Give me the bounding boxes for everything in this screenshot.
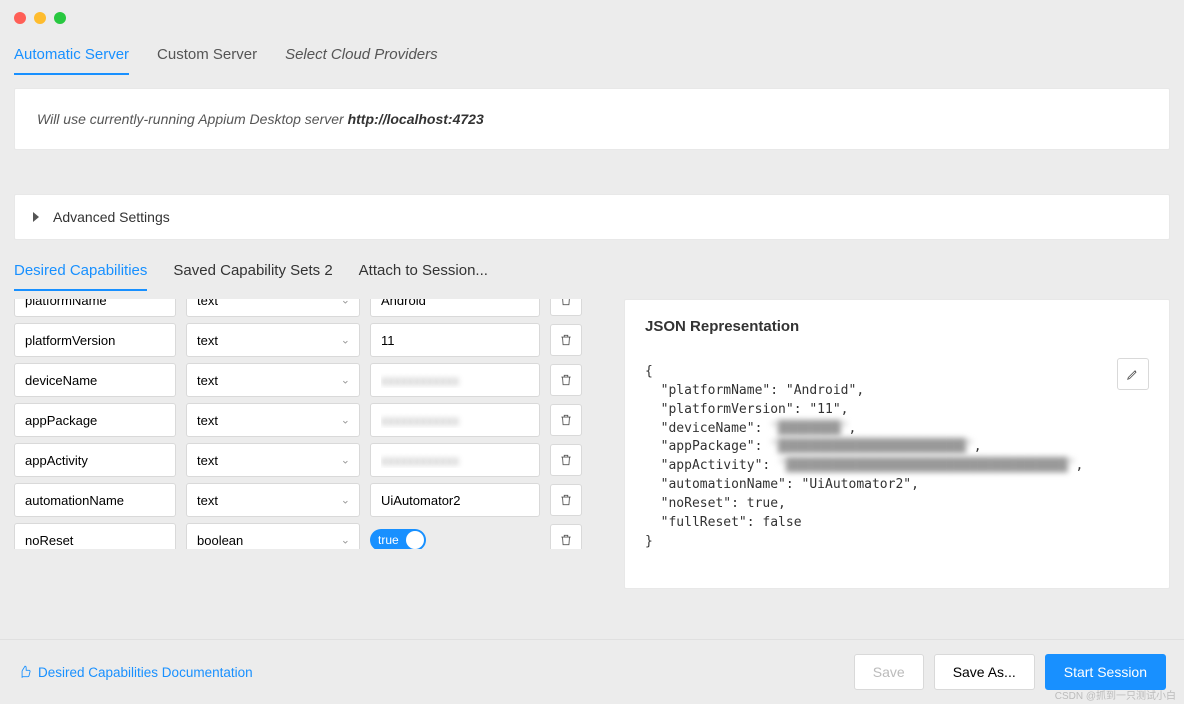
trash-icon — [559, 533, 573, 547]
capability-name-input[interactable] — [14, 323, 176, 357]
capability-row: ⌄true — [14, 523, 604, 549]
pencil-icon — [1126, 367, 1140, 381]
advanced-settings-panel[interactable]: Advanced Settings — [14, 194, 1170, 240]
tab-desired-capabilities[interactable]: Desired Capabilities — [14, 256, 147, 291]
tab-automatic-server[interactable]: Automatic Server — [14, 38, 129, 75]
trash-icon — [559, 413, 573, 427]
capability-type-select[interactable] — [186, 443, 360, 477]
capability-name-input[interactable] — [14, 403, 176, 437]
delete-row-button[interactable] — [550, 299, 582, 316]
capability-row: ⌄ — [14, 363, 604, 397]
json-content: { "platformName": "Android", "platformVe… — [645, 363, 1149, 551]
json-representation-panel: JSON Representation { "platformName": "A… — [624, 299, 1170, 589]
server-info-text: Will use currently-running Appium Deskto… — [37, 111, 348, 127]
server-url: http://localhost:4723 — [348, 111, 484, 127]
capability-row: ⌄ — [14, 483, 604, 517]
capability-name-input[interactable] — [14, 523, 176, 549]
save-button: Save — [854, 654, 924, 690]
start-session-button[interactable]: Start Session — [1045, 654, 1166, 690]
tab-custom-server[interactable]: Custom Server — [157, 38, 257, 75]
delete-row-button[interactable] — [550, 524, 582, 549]
advanced-settings-label: Advanced Settings — [53, 209, 170, 225]
capability-row: ⌄ — [14, 299, 604, 317]
watermark: CSDN @抓到一只测试小白 — [1055, 687, 1176, 702]
trash-icon — [559, 453, 573, 467]
capability-row: ⌄ — [14, 403, 604, 437]
server-tabs: Automatic Server Custom Server Select Cl… — [14, 32, 1170, 76]
doc-link-label: Desired Capabilities Documentation — [38, 665, 253, 680]
capability-name-input[interactable] — [14, 483, 176, 517]
capability-value-toggle[interactable]: true — [370, 529, 426, 549]
trash-icon — [559, 373, 573, 387]
capability-type-select[interactable] — [186, 323, 360, 357]
delete-row-button[interactable] — [550, 404, 582, 436]
capabilities-table: ⌄ ⌄ ⌄ ⌄ ⌄ ⌄ ⌄true — [14, 299, 604, 549]
capability-tabs: Desired Capabilities Saved Capability Se… — [14, 256, 1170, 291]
doc-link[interactable]: Desired Capabilities Documentation — [18, 665, 253, 680]
close-icon[interactable] — [14, 12, 26, 24]
capability-row: ⌄ — [14, 443, 604, 477]
capability-type-select[interactable] — [186, 403, 360, 437]
tab-attach-session[interactable]: Attach to Session... — [359, 256, 488, 291]
capability-row: ⌄ — [14, 323, 604, 357]
save-as-button[interactable]: Save As... — [934, 654, 1035, 690]
window-controls — [0, 0, 1184, 32]
edit-json-button[interactable] — [1117, 358, 1149, 390]
delete-row-button[interactable] — [550, 364, 582, 396]
capability-value-input[interactable] — [370, 323, 540, 357]
capability-type-select[interactable] — [186, 363, 360, 397]
trash-icon — [559, 333, 573, 347]
capability-type-select[interactable] — [186, 299, 360, 317]
capability-value-input[interactable] — [370, 443, 540, 477]
trash-icon — [559, 299, 573, 307]
delete-row-button[interactable] — [550, 484, 582, 516]
capability-value-input[interactable] — [370, 483, 540, 517]
capability-value-input[interactable] — [370, 403, 540, 437]
tab-cloud-providers[interactable]: Select Cloud Providers — [285, 38, 438, 75]
trash-icon — [559, 493, 573, 507]
fullscreen-icon[interactable] — [54, 12, 66, 24]
footer: Desired Capabilities Documentation Save … — [0, 639, 1184, 704]
capability-type-select[interactable] — [186, 523, 360, 549]
json-title: JSON Representation — [645, 318, 1149, 335]
minimize-icon[interactable] — [34, 12, 46, 24]
capability-value-input[interactable] — [370, 363, 540, 397]
chevron-right-icon — [33, 212, 39, 222]
delete-row-button[interactable] — [550, 444, 582, 476]
capability-name-input[interactable] — [14, 443, 176, 477]
capability-name-input[interactable] — [14, 299, 176, 317]
capability-name-input[interactable] — [14, 363, 176, 397]
capability-type-select[interactable] — [186, 483, 360, 517]
tab-saved-sets[interactable]: Saved Capability Sets 2 — [173, 256, 332, 291]
thumbs-up-icon — [18, 665, 32, 679]
delete-row-button[interactable] — [550, 324, 582, 356]
capability-value-input[interactable] — [370, 299, 540, 317]
server-info-box: Will use currently-running Appium Deskto… — [14, 88, 1170, 150]
